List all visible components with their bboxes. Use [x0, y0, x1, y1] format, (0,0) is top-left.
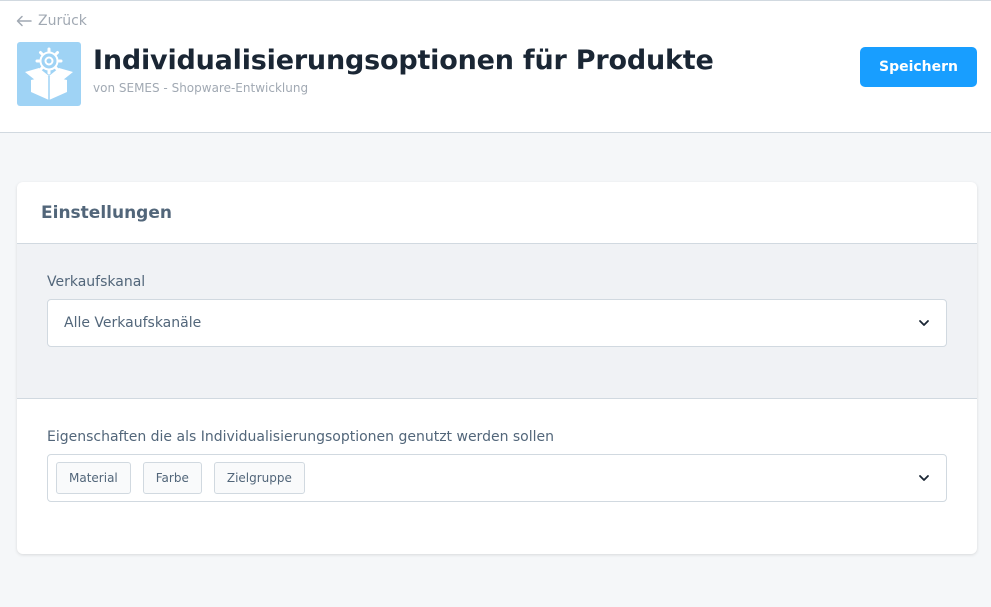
page-header: Zurück Individualisierungsoptionen für P…	[0, 0, 991, 133]
sales-channel-select[interactable]: Alle Verkaufskanäle	[47, 299, 947, 347]
page-title: Individualisierungsoptionen für Produkte	[93, 45, 714, 76]
back-link[interactable]: Zurück	[16, 13, 87, 29]
property-tag[interactable]: Farbe	[142, 462, 202, 494]
settings-card-title: Einstellungen	[41, 202, 172, 223]
settings-card: Einstellungen Verkaufskanal Alle Verkauf…	[17, 182, 977, 554]
properties-label: Eigenschaften die als Individualisierung…	[47, 429, 555, 445]
sales-channel-value: Alle Verkaufskanäle	[64, 315, 202, 331]
back-label: Zurück	[38, 13, 87, 29]
property-tag[interactable]: Material	[56, 462, 131, 494]
chevron-down-icon	[919, 320, 929, 326]
sales-channel-label: Verkaufskanal	[47, 274, 146, 290]
plugin-box-gear-icon	[17, 42, 81, 106]
chevron-down-icon	[919, 475, 929, 481]
property-tag[interactable]: Zielgruppe	[213, 462, 305, 494]
properties-section: Eigenschaften die als Individualisierung…	[17, 399, 977, 554]
sales-channel-section: Verkaufskanal Alle Verkaufskanäle	[17, 244, 977, 399]
arrow-left-icon	[16, 15, 32, 27]
plugin-author: von SEMES - Shopware-Entwicklung	[93, 81, 309, 95]
save-button[interactable]: Speichern	[860, 47, 977, 87]
properties-multiselect[interactable]: Material Farbe Zielgruppe	[47, 454, 947, 502]
settings-card-header: Einstellungen	[17, 182, 977, 244]
